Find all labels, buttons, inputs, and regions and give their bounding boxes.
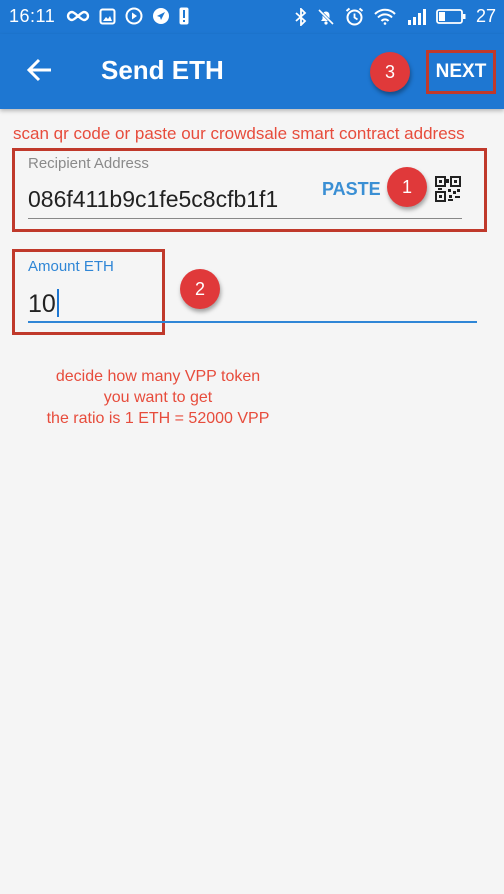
amount-eth-label: Amount ETH [28, 258, 114, 275]
annotation-note: decide how many VPP token you want to ge… [20, 366, 296, 429]
battery-icon [436, 9, 466, 24]
annotation-badge-3: 3 [370, 52, 410, 92]
qr-code-scan-icon[interactable] [435, 176, 461, 202]
play-icon [125, 7, 143, 25]
signal-icon [407, 8, 426, 25]
app-bar: Send ETH 3 NEXT [0, 34, 504, 109]
amount-input[interactable]: 10 [28, 289, 59, 319]
recipient-address-label: Recipient Address [28, 155, 149, 172]
amount-value: 10 [28, 290, 56, 318]
infinity-icon [66, 10, 90, 22]
paste-button[interactable]: PASTE [322, 179, 381, 200]
annotation-badge-2: 2 [180, 269, 220, 309]
note-line: you want to get [103, 389, 213, 406]
amount-underline [28, 321, 477, 323]
bluetooth-icon [295, 7, 307, 26]
annotation-badge-1: 1 [387, 167, 427, 207]
mute-icon [317, 8, 335, 25]
location-icon [153, 8, 169, 24]
text-cursor [56, 289, 59, 317]
annotation-instruction: scan qr code or paste our crowdsale smar… [13, 124, 465, 143]
status-bar: 16:11 27 [0, 0, 504, 34]
status-time: 16:11 [9, 6, 56, 26]
recipient-address-input[interactable]: 086f411b9c1fe5c8cfb1f1 [28, 186, 312, 213]
status-notification-icons [66, 7, 189, 25]
note-line: the ratio is 1 ETH = 52000 VPP [46, 410, 270, 427]
photo-icon [99, 8, 116, 24]
alarm-icon [345, 7, 364, 26]
status-system-icons: 27 [295, 6, 496, 27]
recipient-underline [28, 218, 462, 219]
wifi-icon [374, 8, 396, 25]
battery-level: 27 [475, 6, 496, 26]
next-button[interactable]: NEXT [426, 50, 496, 94]
alert-icon [179, 7, 189, 25]
page-title: Send ETH [101, 55, 224, 85]
back-arrow-icon[interactable] [24, 54, 56, 86]
note-line: decide how many VPP token [55, 368, 261, 385]
recipient-address-value: 086f411b9c1fe5c8cfb1f1 [28, 186, 279, 212]
